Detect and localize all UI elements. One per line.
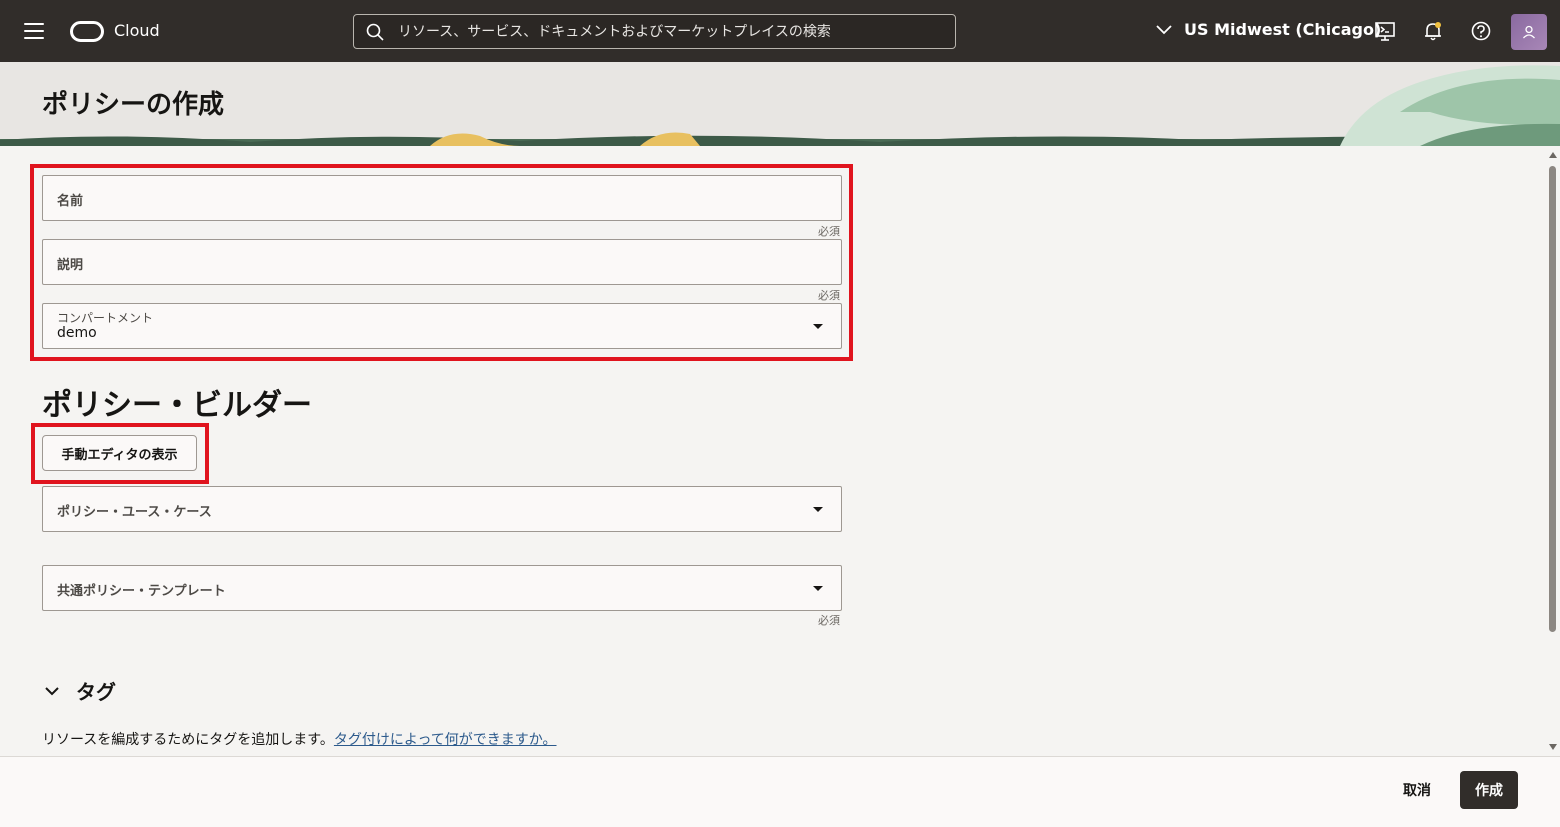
cancel-button[interactable]: 取消 (1388, 771, 1446, 809)
description-required-hint: 必須 (818, 289, 840, 302)
tags-description: リソースを編成するためにタグを追加します。タグ付けによって何ができますか。 (42, 729, 557, 749)
compartment-value: demo (57, 325, 97, 341)
brand-name[interactable]: Cloud (114, 21, 160, 40)
show-manual-editor-button[interactable]: 手動エディタの表示 (42, 435, 197, 471)
chevron-down-icon (1156, 24, 1172, 34)
tags-title: タグ (76, 680, 116, 704)
bell-icon[interactable] (1422, 20, 1444, 42)
cloud-shell-icon[interactable] (1374, 20, 1396, 42)
help-icon[interactable] (1470, 20, 1492, 42)
caret-down-icon (813, 507, 823, 512)
create-button[interactable]: 作成 (1460, 771, 1518, 809)
scroll-up-arrow-icon[interactable] (1549, 152, 1557, 158)
compartment-select[interactable]: コンパートメント demo (42, 303, 842, 349)
search-input[interactable] (398, 15, 948, 48)
user-avatar[interactable] (1511, 14, 1547, 50)
user-icon (1523, 25, 1535, 39)
oracle-logo[interactable] (70, 21, 104, 42)
description-input[interactable] (43, 240, 841, 284)
name-input[interactable] (43, 176, 841, 220)
template-required-hint: 必須 (818, 614, 840, 627)
decorative-banner-pattern (0, 65, 1560, 146)
name-field[interactable]: 名前 (42, 175, 842, 221)
tags-help-link[interactable]: タグ付けによって何ができますか。 (334, 732, 557, 748)
search-box[interactable] (353, 14, 956, 49)
region-selector[interactable]: US Midwest (Chicago) (1156, 20, 1381, 39)
compartment-label: コンパートメント (57, 311, 154, 325)
policy-use-case-label: ポリシー・ユース・ケース (57, 505, 212, 520)
tags-description-text: リソースを編成するためにタグを追加します。 (42, 732, 334, 748)
policy-use-case-select[interactable]: ポリシー・ユース・ケース (42, 486, 842, 532)
common-policy-template-label: 共通ポリシー・テンプレート (57, 584, 226, 599)
description-field[interactable]: 説明 (42, 239, 842, 285)
tags-section-toggle[interactable]: タグ (44, 676, 116, 705)
common-policy-template-select[interactable]: 共通ポリシー・テンプレート (42, 565, 842, 611)
scroll-down-arrow-icon[interactable] (1549, 744, 1557, 750)
footer-action-bar: 取消 作成 (0, 756, 1560, 827)
chevron-down-icon (45, 686, 59, 695)
name-required-hint: 必須 (818, 225, 840, 238)
page-scrollbar[interactable] (1545, 146, 1560, 756)
caret-down-icon (813, 324, 823, 329)
caret-down-icon (813, 586, 823, 591)
page-title: ポリシーの作成 (42, 90, 225, 120)
top-navigation-bar: Cloud US Midwest (Chicago) (0, 0, 1560, 62)
policy-builder-title: ポリシー・ビルダー (42, 388, 312, 423)
region-label: US Midwest (Chicago) (1184, 20, 1382, 39)
menu-icon[interactable] (24, 23, 44, 39)
search-icon (366, 23, 384, 41)
scrollbar-thumb[interactable] (1549, 166, 1556, 632)
page-header-banner (0, 62, 1560, 146)
